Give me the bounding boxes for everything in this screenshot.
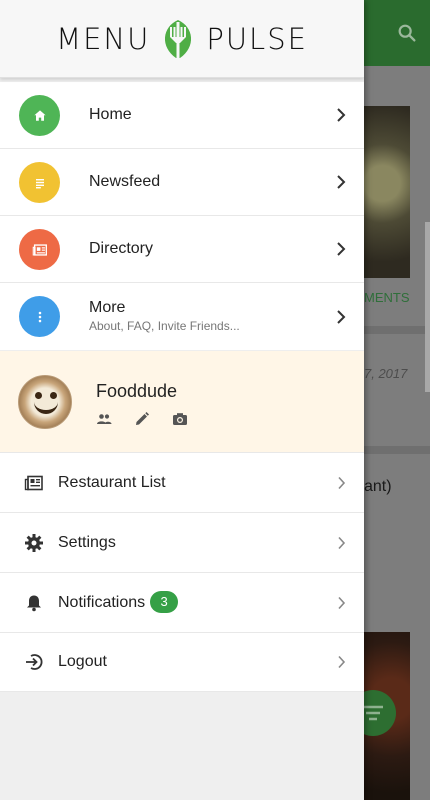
nav-label: Newsfeed [89,173,161,190]
chevron-right-icon [337,108,346,122]
food-photo [364,106,410,278]
menu-item-logout[interactable]: Logout [0,632,364,692]
scrollbar[interactable] [425,222,430,392]
menu-label: Logout [58,653,107,670]
nav-item-directory[interactable]: Directory [0,216,364,283]
search-icon[interactable] [396,22,418,44]
brand-logo: MENU PULSE [0,0,364,78]
bell-icon [27,595,41,611]
nav-sublabel: About, FAQ, Invite Friends... [89,319,240,333]
avatar-smile [34,402,58,414]
chevron-right-icon [338,655,346,669]
menu-item-settings[interactable]: Settings [0,512,364,572]
menu-label: Settings [58,533,116,551]
list-icon [19,162,60,203]
friends-icon[interactable] [96,411,112,427]
avatar-eye [35,392,42,399]
card-divider [364,326,430,334]
menu-label: Notifications 3 [58,590,179,614]
primary-nav: Home Newsfeed Directory More About, FAQ,… [0,82,364,350]
notifications-label: Notifications [58,593,146,611]
brand-name-right: PULSE [206,21,308,56]
nav-label: Directory [89,240,154,257]
logout-icon [26,654,43,670]
camera-icon[interactable] [172,411,188,427]
profile-actions [96,411,188,427]
nav-label: Home [89,106,132,123]
home-icon [19,95,60,136]
gear-icon [25,533,43,552]
newspaper-icon [19,229,60,270]
notification-count-badge: 3 [150,590,179,613]
chevron-right-icon [337,309,346,324]
edit-icon[interactable] [134,411,150,427]
nav-label: More [89,299,126,316]
post-date: 7, 2017 [364,366,408,381]
brand-name-left: MENU [56,21,151,56]
chevron-right-icon [337,175,346,189]
nav-item-more[interactable]: More About, FAQ, Invite Friends... [0,283,364,350]
chevron-right-icon [338,476,346,489]
secondary-menu: Restaurant List Settings Notifications 3… [0,452,364,692]
chevron-right-icon [337,242,346,256]
chevron-right-icon [338,596,346,609]
navigation-drawer: MENU PULSE Home Newsfeed Directory More … [0,0,364,800]
profile-name[interactable]: Fooddude [96,381,177,402]
menu-label: Restaurant List [58,473,166,491]
user-profile-card: Fooddude [0,350,364,452]
menu-item-restaurant-list[interactable]: Restaurant List [0,452,364,512]
chevron-right-icon [338,536,346,549]
more-vertical-icon [19,296,60,337]
avatar[interactable] [18,375,72,429]
menu-item-notifications[interactable]: Notifications 3 [0,572,364,632]
comments-link[interactable]: MENTS [364,290,410,305]
nav-item-home[interactable]: Home [0,82,364,149]
avatar-eye [50,392,57,399]
restaurant-name-fragment: ant) [364,478,392,495]
nav-item-newsfeed[interactable]: Newsfeed [0,149,364,216]
fork-leaf-logo-icon [165,19,192,58]
card-divider [364,446,430,454]
newspaper-icon [24,475,43,490]
